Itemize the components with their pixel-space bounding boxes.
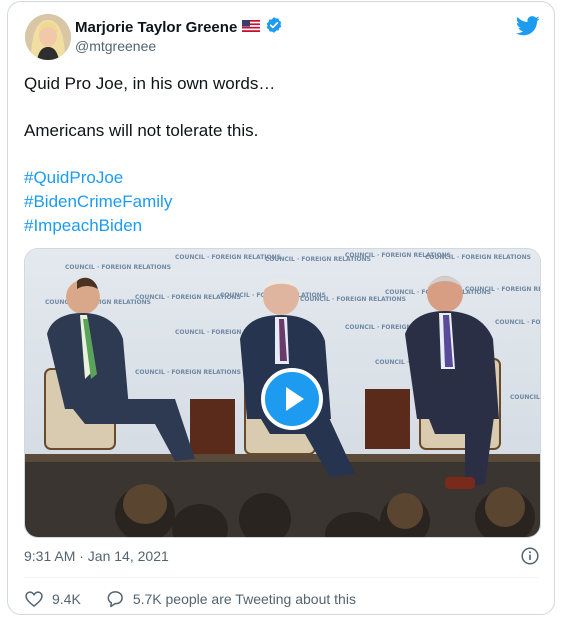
svg-text:COUNCIL · FOREIGN RELATIONS: COUNCIL · FOREIGN RELATIONS <box>300 296 406 303</box>
avatar-image <box>25 14 71 60</box>
conversation-text: 5.7K people are Tweeting about this <box>132 591 356 607</box>
divider <box>24 577 538 578</box>
author-row: Marjorie Taylor Greene <box>75 16 283 39</box>
heart-icon <box>25 591 43 608</box>
svg-text:COUNCIL · FOREIGN RELATIONS: COUNCIL · FOREIGN RELATIONS <box>495 319 541 326</box>
us-flag-icon <box>242 19 261 37</box>
conversation-link[interactable]: 5.7K people are Tweeting about this <box>105 589 356 609</box>
play-button[interactable] <box>261 368 323 430</box>
tweet-line: Americans will not tolerate this. <box>24 121 259 140</box>
info-icon[interactable] <box>521 547 539 565</box>
reply-bubble-icon <box>107 591 123 608</box>
avatar[interactable] <box>25 14 71 60</box>
tweet-text: Quid Pro Joe, in his own words… American… <box>24 72 524 238</box>
svg-text:COUNCIL · FOREIGN RELATIONS: COUNCIL · FOREIGN RELATIONS <box>510 394 541 401</box>
like-count: 9.4K <box>52 591 81 607</box>
svg-text:COUNCIL · FOREIGN RELATIONS: COUNCIL · FOREIGN RELATIONS <box>135 369 241 376</box>
action-bar: 9.4K 5.7K people are Tweeting about this <box>24 589 380 609</box>
like-button[interactable]: 9.4K <box>24 589 81 609</box>
hashtag-link[interactable]: #ImpeachBiden <box>24 214 524 238</box>
svg-text:COUNCIL · FOREIGN RELATIONS: COUNCIL · FOREIGN RELATIONS <box>465 286 541 293</box>
author-name[interactable]: Marjorie Taylor Greene <box>75 19 237 36</box>
video-player[interactable]: COUNCIL · FOREIGN RELATIONS COUNCIL · FO… <box>24 248 541 538</box>
hashtag-link[interactable]: #BidenCrimeFamily <box>24 190 524 214</box>
verified-badge-icon <box>265 16 283 39</box>
tweet-card[interactable]: Marjorie Taylor Greene @mtgreenee Quid P… <box>7 1 555 615</box>
author-handle[interactable]: @mtgreenee <box>75 38 156 54</box>
tweet-timestamp[interactable]: 9:31 AM · Jan 14, 2021 <box>24 548 169 564</box>
svg-text:COUNCIL · FOREIGN RELATIONS: COUNCIL · FOREIGN RELATIONS <box>425 254 531 261</box>
tweet-line: Quid Pro Joe, in his own words… <box>24 74 276 93</box>
hashtag-link[interactable]: #QuidProJoe <box>24 166 524 190</box>
svg-text:COUNCIL · FOREIGN RELATIONS: COUNCIL · FOREIGN RELATIONS <box>65 264 171 271</box>
twitter-bird-icon[interactable] <box>515 16 540 36</box>
play-icon <box>286 387 304 411</box>
